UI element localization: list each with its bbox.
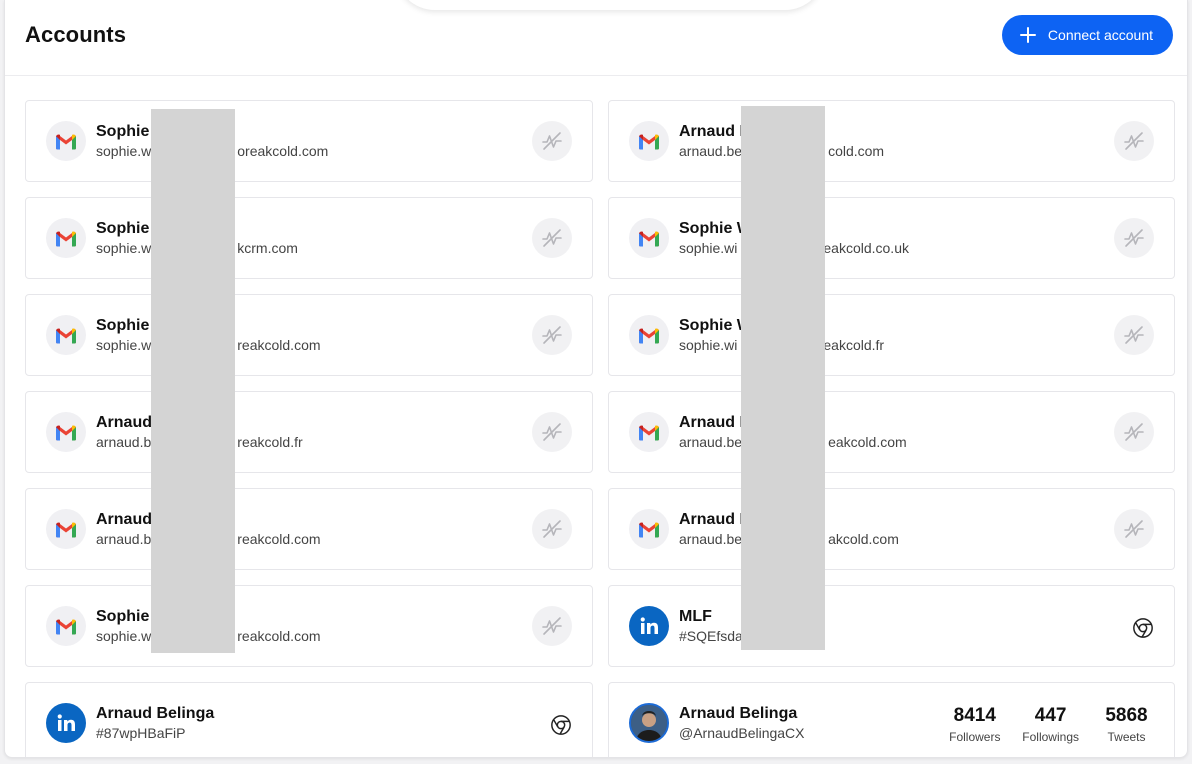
chrome-icon[interactable] — [550, 714, 572, 736]
account-card[interactable]: MLF #SQEfsda — [608, 585, 1175, 667]
account-card[interactable]: Arnaud Barnaud.be eakcold.com — [608, 391, 1175, 473]
activity-off-icon[interactable] — [1114, 412, 1154, 452]
page-title: Accounts — [25, 22, 127, 47]
plus-icon — [1019, 27, 1036, 43]
gmail-icon — [46, 412, 86, 452]
account-card[interactable]: Arnaud arnaud.b reakcold.com — [25, 488, 593, 570]
gmail-icon — [46, 121, 86, 161]
account-card[interactable]: Arnaud arnaud.b reakcold.fr — [25, 391, 593, 473]
activity-off-icon[interactable] — [532, 509, 572, 549]
account-card[interactable]: Arnaud Barnaud.be cold.com — [608, 100, 1175, 182]
account-name: Arnaud Belinga — [96, 705, 215, 722]
account-handle: #87wpHBaFiP — [96, 725, 186, 741]
gmail-icon — [629, 412, 669, 452]
twitter-stats: 8414 Followers 447 Followings 5868 Tweets — [947, 705, 1154, 744]
avatar — [629, 703, 669, 743]
redaction-bar-left — [151, 109, 235, 653]
account-handle: @ArnaudBelingaCX — [679, 725, 805, 741]
account-card[interactable]: Sophie sophie.w kcrm.com — [25, 197, 593, 279]
account-name: Arnaud Belinga — [679, 705, 798, 722]
activity-off-icon[interactable] — [532, 121, 572, 161]
gmail-icon — [46, 315, 86, 355]
account-card[interactable]: Sophie sophie.w reakcold.com — [25, 294, 593, 376]
activity-off-icon[interactable] — [532, 606, 572, 646]
linkedin-icon — [629, 606, 669, 646]
account-card[interactable]: Arnaud Barnaud.be akcold.com — [608, 488, 1175, 570]
activity-off-icon[interactable] — [532, 315, 572, 355]
account-card[interactable]: Arnaud Belinga #87wpHBaFiP — [25, 682, 593, 757]
gmail-icon — [629, 218, 669, 258]
account-handle: #SQEfsda — [679, 628, 743, 644]
gmail-icon — [629, 121, 669, 161]
account-card[interactable]: Sophie Wsophie.wi eakcold.co.uk — [608, 197, 1175, 279]
chrome-icon[interactable] — [1132, 617, 1154, 639]
account-card[interactable]: Sophie sophie.w reakcold.com — [25, 585, 593, 667]
gmail-icon — [629, 315, 669, 355]
accounts-page: Accounts Connect account Sophie sophie.w o… — [4, 0, 1188, 758]
linkedin-icon — [46, 703, 86, 743]
gmail-icon — [629, 509, 669, 549]
connect-account-label: Connect account — [1047, 27, 1153, 43]
activity-off-icon[interactable] — [1114, 121, 1154, 161]
gmail-icon — [46, 606, 86, 646]
stat-followings: 447 Followings — [1022, 705, 1079, 744]
gmail-icon — [46, 509, 86, 549]
gmail-icon — [46, 218, 86, 258]
stat-followers: 8414 Followers — [949, 705, 1001, 744]
stat-tweets: 5868 Tweets — [1105, 705, 1148, 744]
activity-off-icon[interactable] — [532, 412, 572, 452]
connect-account-button[interactable]: Connect account — [1001, 15, 1173, 55]
page-header: Accounts Connect account — [5, 0, 1187, 76]
activity-off-icon[interactable] — [1114, 509, 1154, 549]
activity-off-icon[interactable] — [532, 218, 572, 258]
account-card[interactable]: Sophie sophie.w oreakcold.com — [25, 100, 593, 182]
activity-off-icon[interactable] — [1114, 315, 1154, 355]
redaction-bar-right — [741, 106, 825, 650]
account-card[interactable]: Sophie Wsophie.wi eakcold.fr — [608, 294, 1175, 376]
activity-off-icon[interactable] — [1114, 218, 1154, 258]
account-name: MLF — [679, 608, 712, 625]
account-card[interactable]: Arnaud Belinga @ArnaudBelingaCX 8414 Follo… — [608, 682, 1175, 757]
